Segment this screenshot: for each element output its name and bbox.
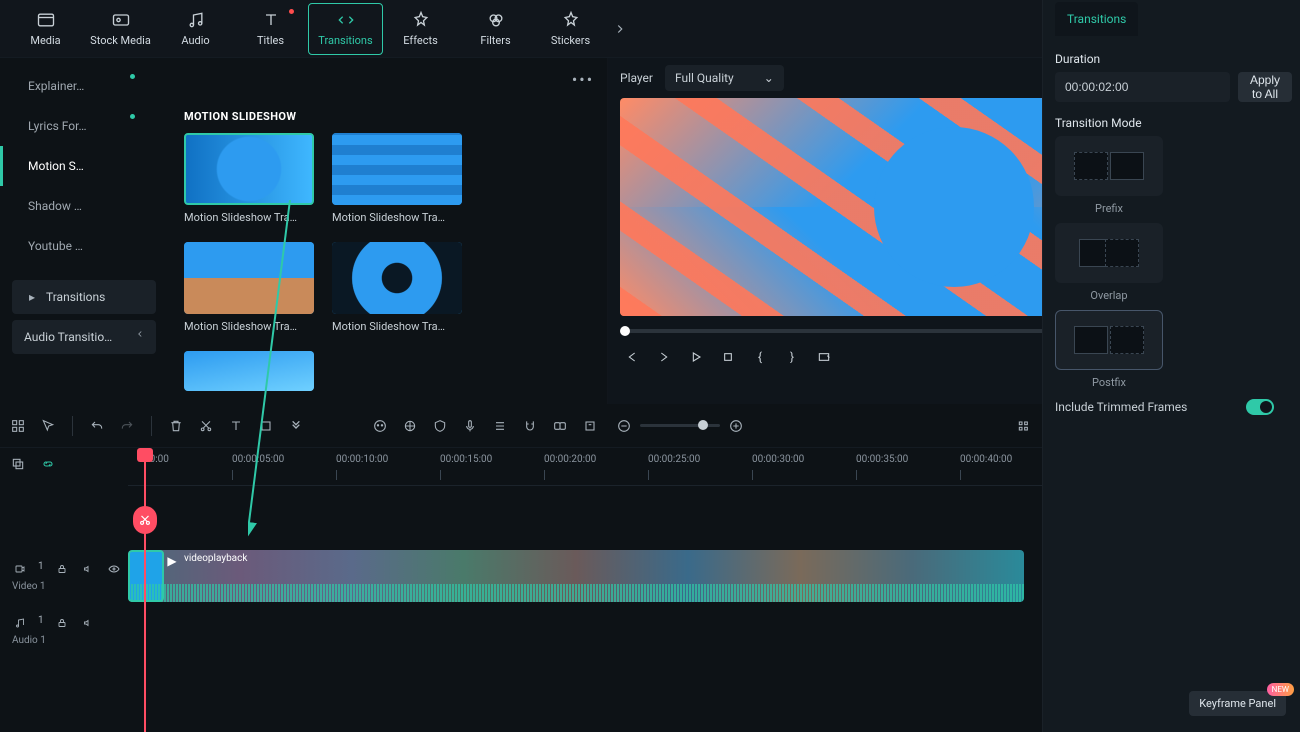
thumb-3[interactable]: Motion Slideshow Tra… bbox=[332, 242, 462, 333]
thumb-0[interactable]: Motion Slideshow Tra… bbox=[184, 133, 314, 224]
eye-icon[interactable] bbox=[106, 561, 122, 577]
tab-media[interactable]: Media bbox=[8, 3, 83, 55]
mode-overlap-label: Overlap bbox=[1055, 289, 1163, 302]
marker-icon[interactable] bbox=[582, 418, 598, 434]
video-clip[interactable]: ▶ videoplayback bbox=[128, 550, 1024, 602]
tab-titles[interactable]: Titles bbox=[233, 3, 308, 55]
tool-grid-icon[interactable] bbox=[10, 418, 26, 434]
sidebar-item-explainer[interactable]: Explainer… bbox=[0, 66, 168, 106]
prev-frame-icon[interactable] bbox=[624, 349, 640, 365]
media-icon bbox=[36, 10, 56, 30]
tab-audio[interactable]: Audio bbox=[158, 3, 233, 55]
video-track[interactable]: 1 Video 1 ▶ videoplayback bbox=[0, 546, 1042, 606]
include-trimmed-label: Include Trimmed Frames bbox=[1055, 400, 1187, 414]
undo-icon[interactable] bbox=[89, 418, 105, 434]
sidebar-item-lyrics[interactable]: Lyrics For… bbox=[0, 106, 168, 146]
mark-out-icon[interactable]: } bbox=[784, 349, 800, 365]
titles-icon bbox=[261, 10, 281, 30]
mic-icon[interactable] bbox=[462, 418, 478, 434]
zoom-in-icon[interactable] bbox=[728, 418, 744, 434]
quality-select[interactable]: Full Quality ⌄ bbox=[665, 65, 784, 91]
audio-icon bbox=[186, 10, 206, 30]
player-label: Player bbox=[620, 71, 653, 85]
stop-icon[interactable] bbox=[720, 349, 736, 365]
stock-icon bbox=[111, 10, 131, 30]
include-trimmed-toggle[interactable] bbox=[1246, 399, 1274, 415]
chevron-right-icon: ▸ bbox=[24, 289, 40, 305]
tool-cursor-icon[interactable] bbox=[40, 418, 56, 434]
clip-play-icon: ▶ bbox=[164, 553, 180, 569]
keyframe-panel-button[interactable]: Keyframe Panel NEW bbox=[1189, 691, 1286, 716]
transitions-icon bbox=[336, 10, 356, 30]
mode-prefix-label: Prefix bbox=[1055, 202, 1163, 215]
tab-filters[interactable]: Filters bbox=[458, 3, 533, 55]
zoom-slider[interactable] bbox=[640, 424, 720, 427]
video-icon bbox=[12, 561, 28, 577]
mute-icon[interactable] bbox=[80, 561, 96, 577]
mode-overlap[interactable] bbox=[1055, 223, 1163, 283]
tab-stock-media[interactable]: Stock Media bbox=[83, 3, 158, 55]
lock-icon[interactable] bbox=[54, 561, 70, 577]
thumb-1[interactable]: Motion Slideshow Tra… bbox=[332, 133, 462, 224]
mute-icon[interactable] bbox=[80, 615, 96, 631]
mode-postfix-label: Postfix bbox=[1055, 376, 1163, 389]
stickers-icon bbox=[561, 10, 581, 30]
tabs-more-icon[interactable] bbox=[612, 21, 628, 37]
more-icon[interactable]: ••• bbox=[575, 71, 591, 87]
next-frame-icon[interactable] bbox=[656, 349, 672, 365]
magnet-icon[interactable] bbox=[522, 418, 538, 434]
redo-icon[interactable] bbox=[119, 418, 135, 434]
view-icon[interactable] bbox=[1016, 418, 1032, 434]
playhead[interactable] bbox=[144, 448, 146, 732]
more-tools-icon[interactable] bbox=[288, 418, 304, 434]
split-button[interactable] bbox=[133, 506, 157, 534]
thumb-4[interactable] bbox=[184, 351, 314, 391]
cut-icon[interactable] bbox=[198, 418, 214, 434]
tab-effects[interactable]: Effects bbox=[383, 3, 458, 55]
play-icon[interactable] bbox=[688, 349, 704, 365]
audio-track[interactable]: 1 Audio 1 bbox=[0, 606, 1042, 654]
list-icon[interactable] bbox=[492, 418, 508, 434]
collapse-sidebar[interactable] bbox=[130, 324, 150, 344]
sidebar-item-motion[interactable]: Motion S… bbox=[0, 146, 168, 186]
color-icon[interactable] bbox=[402, 418, 418, 434]
ratio-icon[interactable] bbox=[816, 349, 832, 365]
shield-icon[interactable] bbox=[432, 418, 448, 434]
new-badge: NEW bbox=[1267, 683, 1294, 696]
mode-postfix[interactable] bbox=[1055, 310, 1163, 370]
sidebar-item-youtube[interactable]: Youtube … bbox=[0, 226, 168, 266]
mode-prefix[interactable] bbox=[1055, 136, 1163, 196]
ai-icon[interactable] bbox=[372, 418, 388, 434]
zoom-out-icon[interactable] bbox=[616, 418, 632, 434]
filters-icon bbox=[486, 10, 506, 30]
sidebar-item-shadow[interactable]: Shadow … bbox=[0, 186, 168, 226]
delete-icon[interactable] bbox=[168, 418, 184, 434]
cat-transitions[interactable]: ▸ Transitions bbox=[12, 280, 156, 314]
copy-icon[interactable] bbox=[10, 456, 26, 472]
mode-label: Transition Mode bbox=[1055, 116, 1288, 130]
apply-all-button[interactable]: Apply to All bbox=[1238, 72, 1292, 102]
mark-in-icon[interactable]: { bbox=[752, 349, 768, 365]
link-icon[interactable] bbox=[552, 418, 568, 434]
ruler[interactable]: 00:00 00:00:05:00 00:00:10:00 00:00:15:0… bbox=[128, 448, 1042, 486]
effects-icon bbox=[411, 10, 431, 30]
gallery-title: MOTION SLIDESHOW bbox=[184, 110, 591, 123]
chain-icon[interactable] bbox=[40, 456, 56, 472]
right-tab-transitions[interactable]: Transitions bbox=[1055, 2, 1138, 36]
text-icon[interactable] bbox=[228, 418, 244, 434]
chevron-down-icon: ⌄ bbox=[764, 71, 774, 85]
duration-label: Duration bbox=[1055, 52, 1288, 66]
audio-track-icon bbox=[12, 615, 28, 631]
crop-icon[interactable] bbox=[258, 418, 274, 434]
thumb-2[interactable]: Motion Slideshow Tra… bbox=[184, 242, 314, 333]
tab-stickers[interactable]: Stickers bbox=[533, 3, 608, 55]
duration-input[interactable] bbox=[1055, 72, 1230, 102]
tab-transitions[interactable]: Transitions bbox=[308, 3, 383, 55]
lock-icon[interactable] bbox=[54, 615, 70, 631]
